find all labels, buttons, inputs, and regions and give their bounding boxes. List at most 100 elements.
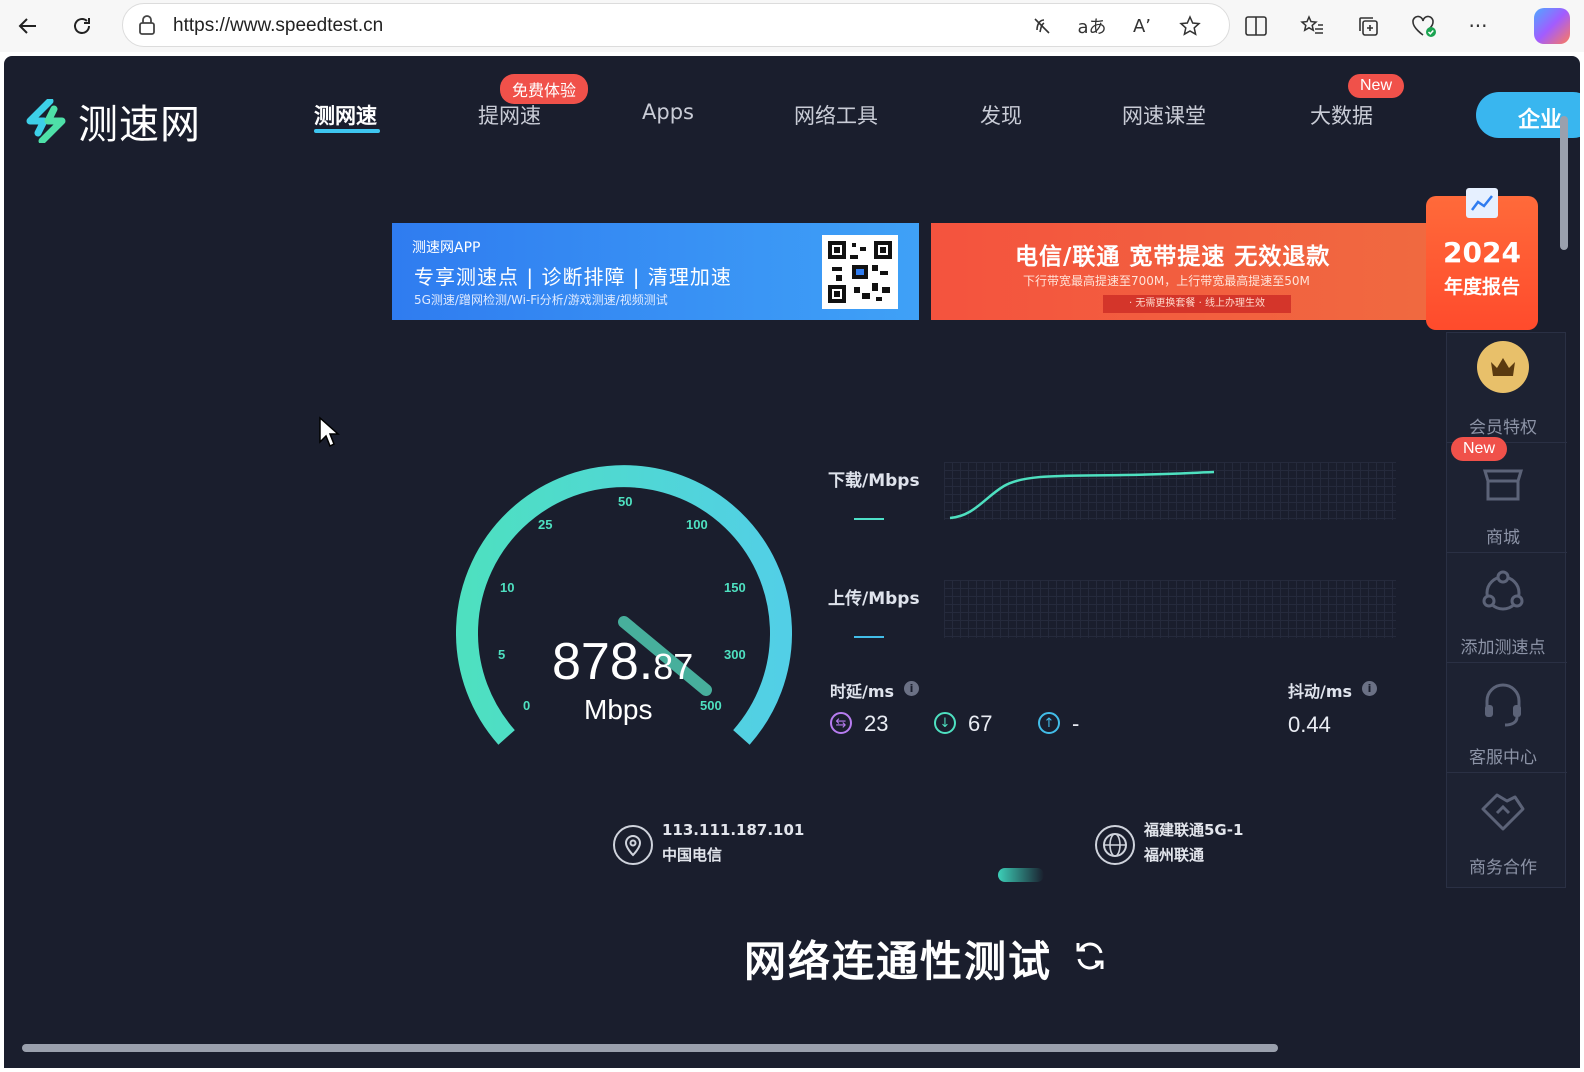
report-label: 年度报告 (1443, 276, 1520, 298)
horizontal-scrollbar[interactable] (22, 1044, 1278, 1052)
handshake-icon (1477, 787, 1529, 843)
gauge-tick: 100 (686, 517, 708, 532)
idle-latency-icon: ⇆ (830, 712, 852, 734)
collections-icon[interactable] (1350, 8, 1386, 44)
read-aloud-icon[interactable]: A’ (1127, 12, 1157, 40)
app-banner-main: 专享测速点 | 诊断排障 | 清理加速 (414, 265, 732, 289)
side-item-support[interactable]: 客服中心 (1447, 663, 1567, 773)
app-banner[interactable]: 测速网APP 专享测速点 | 诊断排障 | 清理加速 5G测速/蹭网检测/Wi-… (392, 223, 919, 320)
gauge-tick: 150 (724, 580, 746, 595)
logo-icon (26, 99, 66, 143)
upload-latency-value: - (1072, 711, 1080, 736)
jitter-value: 0.44 (1288, 712, 1331, 737)
broadband-banner-sub: 下行带宽最高提速至700M，上行带宽最高提速至50M (1023, 274, 1310, 288)
download-legend-dash (854, 518, 884, 520)
address-bar[interactable]: https://www.speedtest.cn aあ A’ (122, 3, 1230, 47)
nav-speedtest[interactable]: 测网速 (314, 100, 377, 130)
client-info: 113.111.187.101 中国电信 (662, 818, 804, 868)
report-chart-icon (1466, 188, 1498, 218)
refresh-icon[interactable] (64, 8, 100, 44)
gauge-tick: 0 (523, 698, 530, 713)
network-node-icon (1477, 567, 1529, 623)
side-item-label: 客服中心 (1469, 748, 1537, 768)
side-panel: 会员特权 New 商城 添加测速点 客服中心 商务合作 (1446, 332, 1567, 888)
download-latency-icon: ↓ (934, 712, 956, 734)
gauge-tick: 5 (498, 647, 505, 662)
app-banner-sub: 5G测速/蹭网检测/Wi-Fi分析/游戏测速/视频测试 (414, 293, 668, 307)
nav-apps[interactable]: Apps (642, 100, 694, 124)
idle-latency-value: 23 (864, 711, 889, 736)
server-node: 福建联通5G-1 (1144, 821, 1244, 839)
qr-code-icon (822, 235, 898, 309)
loading-indicator (998, 868, 1044, 882)
jitter-info-icon[interactable]: i (1362, 681, 1377, 696)
nav-course[interactable]: 网速课堂 (1122, 100, 1206, 130)
browser-toolbar: https://www.speedtest.cn aあ A’ ··· (0, 0, 1584, 52)
nav-tools[interactable]: 网络工具 (794, 100, 878, 130)
free-trial-badge: 免费体验 (500, 74, 589, 104)
copilot-icon[interactable] (1534, 8, 1570, 44)
nav-active-indicator (314, 129, 380, 133)
url-text[interactable]: https://www.speedtest.cn (173, 15, 383, 37)
upload-legend-dash (854, 636, 884, 638)
translate-icon[interactable]: aあ (1077, 12, 1107, 40)
back-icon[interactable] (10, 8, 46, 44)
connectivity-refresh-icon[interactable] (1072, 938, 1108, 974)
location-pin-icon (613, 825, 653, 865)
nav-boost[interactable]: 提网速 (478, 100, 541, 130)
speed-int: 878. (552, 633, 654, 691)
gauge-tick: 10 (500, 580, 514, 595)
new-badge: New (1348, 74, 1405, 98)
health-icon[interactable] (1406, 8, 1442, 44)
side-item-label: 商务合作 (1469, 858, 1537, 878)
upload-label: 上传/Mbps (828, 589, 920, 609)
crown-icon (1477, 341, 1529, 393)
headset-icon (1477, 677, 1529, 733)
mouse-cursor-icon (319, 416, 340, 448)
more-icon[interactable]: ··· (1460, 8, 1496, 44)
side-item-store[interactable]: New 商城 (1447, 437, 1567, 553)
gauge-tick: 50 (618, 494, 632, 509)
side-item-vip[interactable]: 会员特权 (1447, 333, 1567, 443)
favorites-icon[interactable] (1294, 8, 1330, 44)
favorite-icon[interactable] (1175, 12, 1205, 40)
site-logo[interactable]: 测速网 (24, 92, 201, 150)
broadband-banner-pill: · 无需更换套餐 · 线上办理生效 (1103, 295, 1291, 313)
split-screen-icon[interactable] (1238, 8, 1274, 44)
server-node-info[interactable]: 福建联通5G-1 福州联通 (1144, 818, 1243, 868)
speed-decimal: 87 (653, 646, 694, 687)
globe-icon (1095, 825, 1135, 865)
download-chart-line (949, 470, 1215, 520)
broadband-banner-main: 电信/联通 宽带提速 无效退款 (1015, 244, 1331, 270)
gauge-tick: 25 (538, 517, 552, 532)
download-label: 下载/Mbps (828, 471, 920, 491)
gauge-tick: 300 (724, 647, 746, 662)
side-item-label: 添加测速点 (1460, 638, 1546, 658)
side-item-add-node[interactable]: 添加测速点 (1447, 553, 1567, 663)
annual-report-card[interactable]: 2024 年度报告 (1426, 188, 1538, 330)
lock-icon[interactable] (137, 14, 157, 40)
tracking-icon[interactable] (1027, 12, 1057, 40)
upload-latency-icon: ↑ (1038, 712, 1060, 734)
gauge-tick: 500 (700, 698, 722, 713)
client-isp: 中国电信 (662, 846, 723, 864)
vertical-scrollbar[interactable] (1560, 116, 1568, 250)
store-new-badge: New (1451, 437, 1508, 461)
app-banner-title: 测速网APP (412, 240, 481, 256)
nav-discover[interactable]: 发现 (980, 100, 1022, 130)
nav-bigdata[interactable]: 大数据 (1310, 100, 1373, 130)
report-year: 2024 (1443, 236, 1521, 269)
connectivity-title: 网络连通性测试 (744, 937, 1053, 986)
side-item-label: 会员特权 (1469, 418, 1537, 438)
latency-info-icon[interactable]: i (904, 681, 919, 696)
upload-chart-grid (944, 580, 1396, 638)
page: 测速网 测网速 提网速 免费体验 Apps 网络工具 发现 网速课堂 大数据 N… (4, 56, 1580, 1068)
side-item-label: 商城 (1486, 528, 1520, 548)
side-item-business[interactable]: 商务合作 (1447, 773, 1567, 883)
client-ip: 113.111.187.101 (662, 821, 805, 839)
logo-text: 测速网 (78, 102, 201, 148)
broadband-banner[interactable]: 电信/联通 宽带提速 无效退款 下行带宽最高提速至700M，上行带宽最高提速至5… (931, 223, 1461, 320)
store-icon (1477, 457, 1529, 513)
speed-unit: Mbps (584, 694, 653, 725)
jitter-label: 抖动/ms (1288, 682, 1353, 701)
